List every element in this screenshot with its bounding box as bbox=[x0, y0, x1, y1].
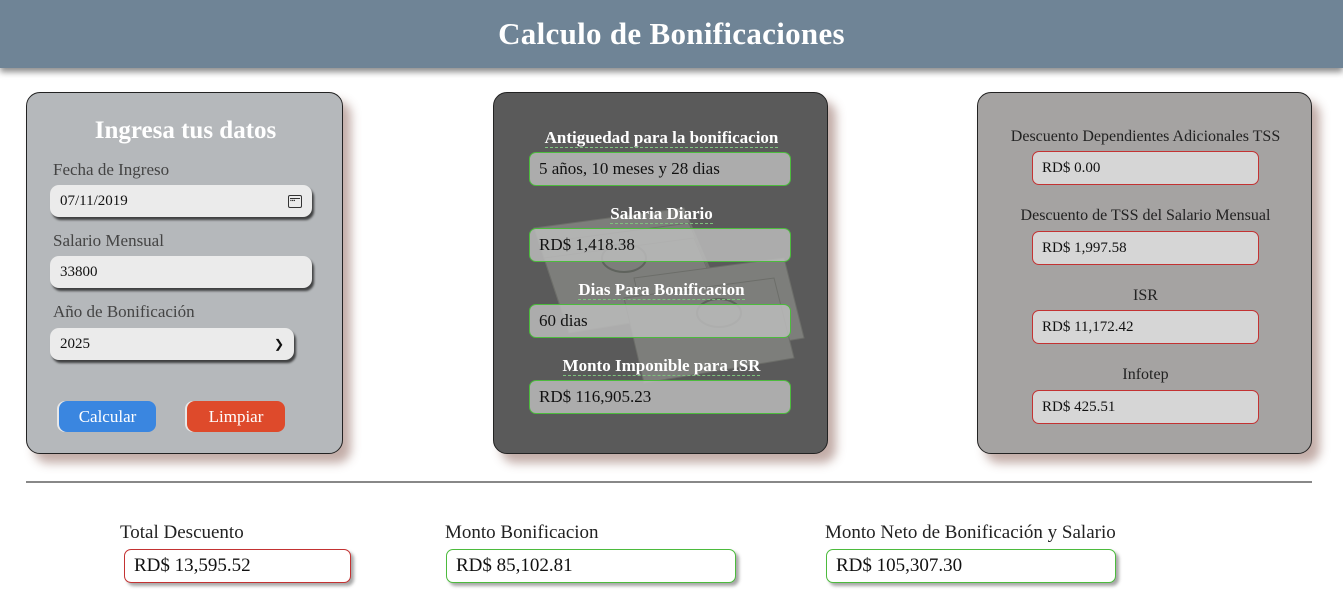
input-panel-title: Ingresa tus datos bbox=[94, 117, 277, 144]
infotep-value: RD$ 425.51 bbox=[1032, 390, 1259, 424]
tss-label: Descuento de TSS del Salario Mensual bbox=[1020, 207, 1271, 224]
monto-bonificacion-label: Monto Bonificacion bbox=[445, 522, 599, 543]
deductions-panel: Descuento Dependientes Adicionales TSS R… bbox=[977, 92, 1312, 454]
results-panel: Antiguedad para la bonificacion 5 años, … bbox=[493, 92, 828, 454]
isr-label: ISR bbox=[1133, 287, 1158, 304]
monto-imponible-label: Monto Imponible para ISR bbox=[562, 356, 761, 376]
tss-value: RD$ 1,997.58 bbox=[1032, 231, 1259, 265]
total-descuento-label: Total Descuento bbox=[120, 522, 244, 543]
infotep-label: Infotep bbox=[1122, 366, 1169, 383]
page-title: Calculo de Bonificaciones bbox=[498, 16, 845, 51]
salario-diario-value: RD$ 1,418.38 bbox=[529, 228, 791, 262]
input-panel: Ingresa tus datos Fecha de Ingreso 07/11… bbox=[26, 92, 343, 454]
monto-neto-label: Monto Neto de Bonificación y Salario bbox=[825, 522, 1116, 543]
fecha-ingreso-value: 07/11/2019 bbox=[60, 192, 128, 209]
salario-mensual-input[interactable]: 33800 bbox=[50, 256, 312, 288]
monto-bonificacion-value: RD$ 85,102.81 bbox=[446, 549, 736, 583]
calendar-icon[interactable] bbox=[288, 194, 302, 208]
section-divider bbox=[26, 481, 1312, 483]
antiguedad-label: Antiguedad para la bonificacion bbox=[544, 128, 779, 148]
dependientes-label: Descuento Dependientes Adicionales TSS bbox=[1010, 128, 1281, 145]
anio-bonificacion-label: Año de Bonificación bbox=[53, 302, 195, 321]
monto-imponible-value: RD$ 116,905.23 bbox=[529, 380, 791, 414]
chevron-down-icon: ❯ bbox=[273, 336, 284, 351]
salario-diario-label: Salaria Diario bbox=[610, 204, 713, 224]
salario-mensual-label: Salario Mensual bbox=[53, 231, 164, 250]
anio-bonificacion-select[interactable]: 2025 ❯ bbox=[50, 328, 294, 360]
dias-bonificacion-value: 60 dias bbox=[529, 304, 791, 338]
fecha-ingreso-input[interactable]: 07/11/2019 bbox=[50, 185, 312, 217]
total-descuento-value: RD$ 13,595.52 bbox=[124, 549, 351, 583]
fecha-ingreso-label: Fecha de Ingreso bbox=[53, 160, 170, 179]
antiguedad-value: 5 años, 10 meses y 28 dias bbox=[529, 152, 791, 186]
isr-value: RD$ 11,172.42 bbox=[1032, 310, 1259, 344]
anio-bonificacion-value: 2025 bbox=[60, 335, 90, 352]
dias-bonificacion-label: Dias Para Bonificacion bbox=[578, 280, 745, 300]
salario-mensual-value: 33800 bbox=[60, 263, 98, 280]
calcular-button[interactable]: Calcular bbox=[59, 401, 156, 432]
dependientes-value: RD$ 0.00 bbox=[1032, 151, 1259, 185]
limpiar-button[interactable]: Limpiar bbox=[187, 401, 285, 432]
monto-neto-value: RD$ 105,307.30 bbox=[826, 549, 1116, 583]
page-header: Calculo de Bonificaciones bbox=[0, 0, 1343, 68]
